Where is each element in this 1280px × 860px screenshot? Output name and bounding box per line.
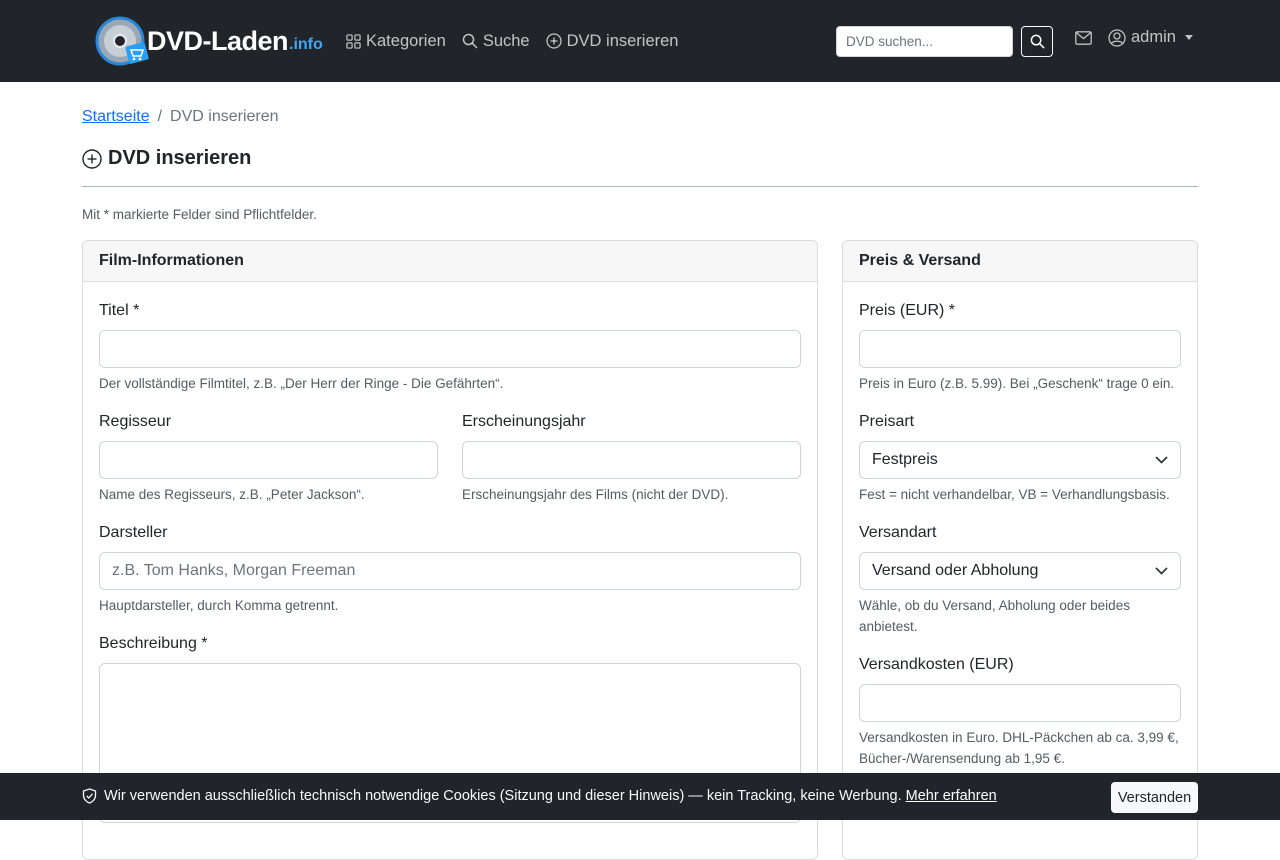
price-type-label: Preisart: [859, 413, 915, 430]
brand-suffix: .info: [289, 36, 323, 53]
price-type-select[interactable]: Festpreis: [859, 441, 1181, 479]
price-type-value: Festpreis: [872, 451, 938, 468]
user-menu[interactable]: admin: [1108, 28, 1193, 47]
plus-circle-icon: [545, 33, 562, 49]
card-header: Film-Informationen: [83, 241, 817, 282]
user-name: admin: [1131, 28, 1176, 46]
chevron-down-icon: [1155, 456, 1168, 464]
cookie-accept-button[interactable]: Verstanden: [1111, 782, 1198, 813]
user-circle-icon: [1108, 28, 1126, 47]
shipping-type-label: Versandart: [859, 524, 937, 541]
title-label: Titel *: [99, 302, 140, 319]
search-input[interactable]: [836, 26, 1013, 57]
shipping-type-value: Versand oder Abholung: [872, 562, 1039, 579]
shipping-cost-input[interactable]: [859, 684, 1181, 722]
price-label: Preis (EUR) *: [859, 302, 956, 319]
search-icon: [462, 33, 478, 49]
price-input[interactable]: [859, 330, 1181, 368]
plus-circle-icon: [82, 148, 102, 169]
shipping-cost-help: Versandkosten in Euro. DHL-Päckchen ab c…: [859, 727, 1179, 769]
title-help: Der vollständige Filmtitel, z.B. „Der He…: [99, 376, 504, 391]
chevron-down-icon: [1155, 567, 1168, 575]
cookie-banner: Wir verwenden ausschließlich technisch n…: [0, 773, 1280, 820]
page-title-text: DVD inserieren: [108, 147, 252, 169]
actors-input[interactable]: [99, 552, 801, 590]
breadcrumb-current: DVD inserieren: [170, 108, 279, 125]
caret-down-icon: [1184, 35, 1193, 40]
card-header: Preis & Versand: [843, 241, 1197, 282]
mail-icon: [1075, 31, 1092, 45]
cookie-message: Wir verwenden ausschließlich technisch n…: [82, 788, 997, 804]
description-label: Beschreibung *: [99, 635, 208, 652]
main-nav: Kategorien Suche DVD inserieren: [346, 0, 694, 82]
navbar: DVD-Laden .info Kategorien Suche DVD ins…: [0, 0, 1280, 82]
dvd-logo-icon: [95, 16, 149, 66]
actors-label: Darsteller: [99, 524, 168, 541]
breadcrumb-home-link[interactable]: Startseite: [82, 108, 150, 126]
director-label: Regisseur: [99, 413, 172, 430]
help-line: Versandkosten in Euro. DHL-Päckchen ab c…: [859, 730, 1179, 745]
cookie-text: Wir verwenden ausschließlich technisch n…: [104, 788, 902, 804]
nav-link-label: Suche: [482, 31, 530, 50]
brand-name: DVD-Laden: [147, 25, 289, 56]
shipping-type-help: Wähle, ob du Versand, Abholung oder beid…: [859, 595, 1130, 637]
cookie-more-link[interactable]: Mehr erfahren: [906, 788, 997, 804]
nav-link-suche[interactable]: Suche: [462, 32, 530, 51]
help-line: Wähle, ob du Versand, Abholung oder beid…: [859, 598, 1130, 613]
shipping-type-select[interactable]: Versand oder Abholung: [859, 552, 1181, 590]
director-help: Name des Regisseurs, z.B. „Peter Jackson…: [99, 487, 365, 502]
help-line: anbietest.: [859, 619, 918, 634]
nav-link-dvd-inserieren[interactable]: DVD inserieren: [545, 31, 679, 51]
price-help: Preis in Euro (z.B. 5.99). Bei „Geschenk…: [859, 376, 1175, 391]
nav-link-label: Kategorien: [366, 31, 446, 50]
film-info-card: Film-Informationen Titel * Der vollständ…: [82, 240, 818, 860]
actors-help: Hauptdarsteller, durch Komma getrennt.: [99, 598, 339, 613]
required-fields-note: Mit * markierte Felder sind Pflichtfelde…: [82, 207, 317, 222]
nav-link-label: DVD inserieren: [566, 31, 679, 50]
breadcrumb: Startseite / DVD inserieren: [82, 108, 279, 126]
help-line: Bücher-/Warensendung ab 1,95 €.: [859, 751, 1065, 766]
price-shipping-card: Preis & Versand Preis (EUR) * Preis in E…: [842, 240, 1198, 860]
price-type-help: Fest = nicht verhandelbar, VB = Verhandl…: [859, 487, 1170, 502]
director-input[interactable]: [99, 441, 438, 479]
search-icon: [1030, 34, 1045, 49]
messages-link[interactable]: [1075, 31, 1092, 50]
search-button[interactable]: [1021, 26, 1053, 57]
year-help: Erscheinungsjahr des Films (nicht der DV…: [462, 487, 729, 502]
brand-logo[interactable]: DVD-Laden .info: [95, 15, 323, 67]
shield-check-icon: [82, 788, 97, 804]
breadcrumb-separator: /: [157, 108, 163, 125]
year-label: Erscheinungsjahr: [462, 413, 586, 430]
title-input[interactable]: [99, 330, 801, 368]
page-title: DVD inserieren: [82, 147, 251, 170]
grid-icon: [346, 33, 361, 49]
year-input[interactable]: [462, 441, 801, 479]
nav-link-kategorien[interactable]: Kategorien: [346, 32, 446, 51]
title-divider: [82, 186, 1198, 187]
shipping-cost-label: Versandkosten (EUR): [859, 656, 1014, 673]
